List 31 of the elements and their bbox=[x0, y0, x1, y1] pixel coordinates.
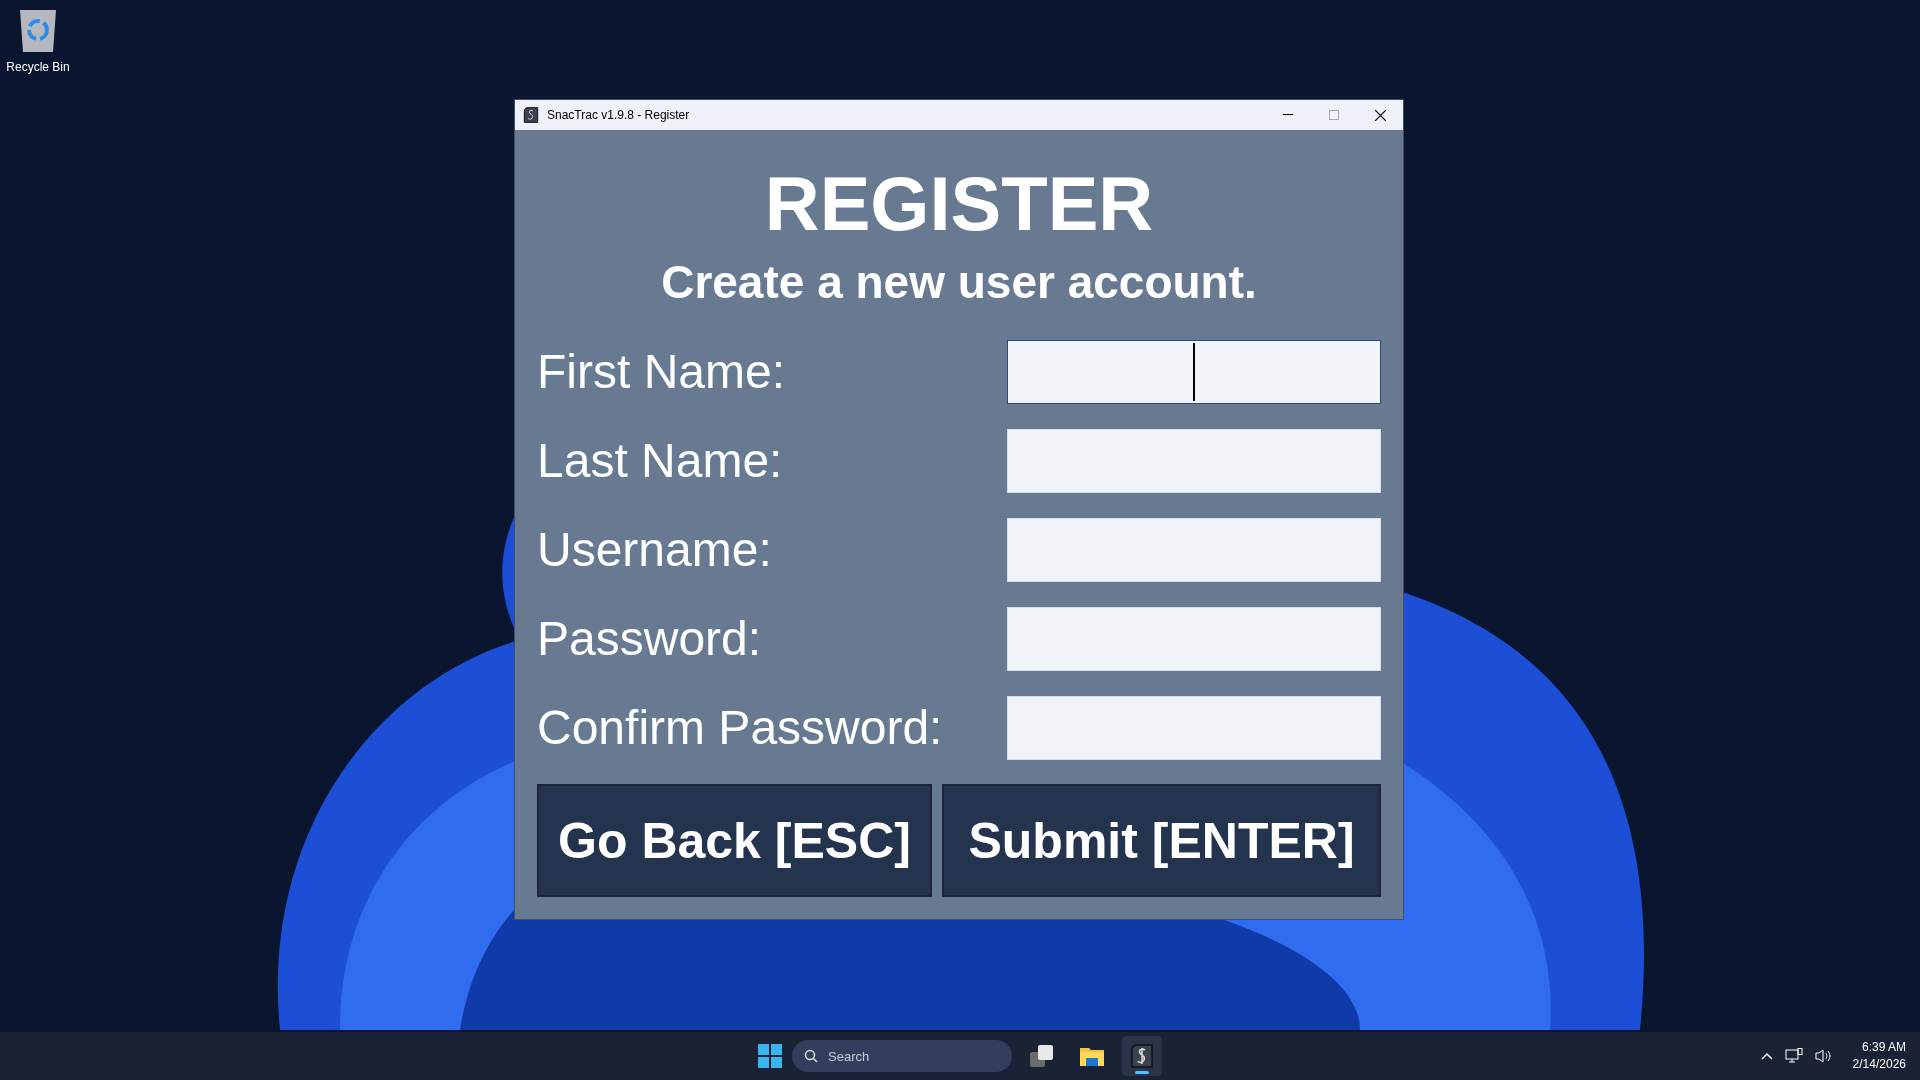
search-field[interactable]: Search bbox=[792, 1040, 1012, 1072]
page-heading: REGISTER bbox=[763, 162, 1155, 246]
window-title: SnacTrac v1.9.8 - Register bbox=[547, 107, 690, 124]
overlapping-windows-icon bbox=[1030, 1045, 1054, 1067]
active-indicator bbox=[1135, 1071, 1149, 1074]
clock-time: 6:39 AM bbox=[1861, 1039, 1906, 1056]
folder-icon bbox=[1079, 1045, 1105, 1067]
app-logo-icon bbox=[1131, 1044, 1153, 1068]
field-label: Last Name: bbox=[537, 433, 783, 489]
app-logo-icon bbox=[523, 107, 539, 123]
field-label: Confirm Password: bbox=[537, 700, 943, 756]
close-icon bbox=[1374, 109, 1386, 121]
chevron-up-icon[interactable] bbox=[1760, 1052, 1773, 1060]
desktop-icon-label: Recycle Bin bbox=[6, 59, 70, 76]
input-field[interactable] bbox=[1007, 340, 1381, 404]
minimize-icon bbox=[1283, 114, 1293, 116]
maximize-icon bbox=[1329, 110, 1339, 120]
go-back-button[interactable]: Go Back [ESC] bbox=[537, 784, 932, 897]
field-label: Password: bbox=[537, 611, 762, 667]
trash-bin-icon[interactable] bbox=[18, 8, 58, 54]
text-cursor bbox=[1193, 343, 1195, 401]
submit-button[interactable]: Submit [ENTER] bbox=[942, 784, 1381, 897]
windows-start-icon[interactable] bbox=[758, 1044, 782, 1068]
field-label: First Name: bbox=[537, 344, 785, 400]
clock-date: 2/14/2026 bbox=[1852, 1056, 1906, 1073]
network-icon[interactable] bbox=[1784, 1048, 1803, 1064]
speaker-icon[interactable] bbox=[1814, 1048, 1833, 1064]
taskbar-app-button[interactable] bbox=[1122, 1036, 1162, 1076]
page-subheading: Create a new user account. bbox=[660, 255, 1258, 310]
search-icon bbox=[804, 1049, 818, 1063]
field-label: Username: bbox=[537, 522, 772, 578]
